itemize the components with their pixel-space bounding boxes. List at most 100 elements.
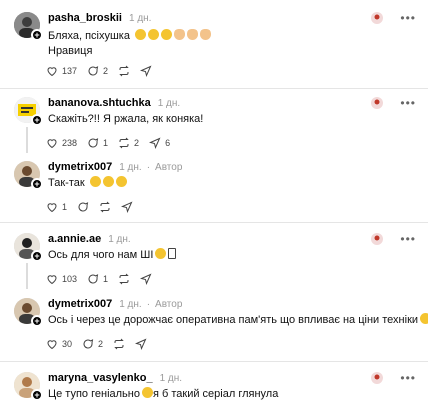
more-options-icon[interactable]: ••• [400, 12, 416, 24]
post: + dymetrix007 1 дн. · Автор Так-так 1 [0, 159, 428, 219]
repost-icon [114, 338, 124, 350]
post-time[interactable]: 1 дн. [129, 13, 151, 24]
repost-icon [119, 137, 129, 149]
media-thumb-icon[interactable] [370, 232, 384, 246]
reply-button[interactable]: 2 [87, 65, 108, 77]
reply-button[interactable]: 2 [82, 338, 103, 350]
comment-icon [88, 66, 99, 76]
like-count: 30 [62, 339, 73, 349]
thread-connector [26, 127, 28, 153]
repost-icon [100, 201, 110, 213]
post-time[interactable]: 1 дн. [108, 234, 130, 245]
avatar[interactable]: + [14, 97, 43, 126]
share-button[interactable] [135, 338, 147, 350]
avatar[interactable]: + [14, 372, 43, 401]
like-count: 238 [62, 138, 78, 148]
repost-icon [119, 273, 129, 285]
share-button[interactable] [140, 65, 152, 77]
repost-button[interactable]: 2 [118, 137, 139, 149]
follow-plus-icon[interactable]: + [31, 250, 43, 262]
comment-icon [83, 339, 94, 349]
more-options-icon[interactable]: ••• [400, 233, 416, 245]
reply-button[interactable] [77, 201, 89, 213]
like-button[interactable]: 137 [46, 65, 77, 77]
post-time[interactable]: 1 дн. [160, 373, 182, 384]
username[interactable]: bananova.shtuchka [48, 97, 151, 109]
post-text: Так-так [48, 177, 85, 189]
repost-button[interactable] [118, 65, 130, 77]
grinning-emoji-icon [148, 29, 160, 40]
repost-button[interactable] [99, 201, 111, 213]
media-thumb-icon[interactable] [370, 371, 384, 385]
melting-face-emoji-icon [155, 248, 167, 259]
post: + a.annie.ae 1 дн. ••• Ось для чого нам … [0, 231, 428, 289]
reply-button[interactable]: 1 [87, 273, 108, 285]
follow-plus-icon[interactable]: + [31, 315, 43, 327]
username[interactable]: a.annie.ae [48, 233, 101, 245]
username[interactable]: maryna_vasylenko_ [48, 372, 153, 384]
heart-icon [47, 203, 57, 213]
follow-plus-icon[interactable]: + [31, 29, 43, 41]
share-button[interactable] [121, 201, 133, 213]
like-button[interactable]: 1 [46, 201, 67, 213]
send-icon [149, 137, 161, 149]
heart-hands-emoji-icon [187, 29, 199, 40]
post: + bananova.shtuchka 1 дн. ••• Скажіть?!!… [0, 95, 428, 153]
comment-icon [88, 274, 99, 284]
post-text-line-2: Нравиця [48, 45, 93, 57]
share-count: 6 [165, 138, 171, 148]
username[interactable]: pasha_broskii [48, 12, 122, 24]
post-time[interactable]: 1 дн. [119, 299, 141, 310]
like-button[interactable]: 103 [46, 273, 77, 285]
follow-plus-icon[interactable]: + [31, 178, 43, 190]
post-time[interactable]: 1 дн. [158, 98, 180, 109]
thread-feed: + pasha_broskii 1 дн. ••• Бляха, псіхушк… [0, 0, 428, 403]
heart-icon [47, 139, 57, 149]
more-options-icon[interactable]: ••• [400, 97, 416, 109]
send-icon [140, 273, 152, 285]
grinning-emoji-icon [135, 29, 147, 40]
avatar[interactable]: + [14, 12, 43, 41]
like-count: 103 [62, 274, 78, 284]
post-text: Скажіть?!! Я ржала, як коняка! [48, 113, 204, 125]
reply-count: 1 [103, 274, 109, 284]
reply-count: 2 [103, 66, 109, 76]
media-thumb-icon[interactable] [370, 11, 384, 25]
author-label: Автор [155, 298, 183, 310]
sweat-smile-emoji-icon [420, 313, 428, 324]
divider [0, 361, 428, 362]
send-icon [140, 65, 152, 77]
repost-button[interactable] [113, 338, 125, 350]
post: + dymetrix007 1 дн. · Автор Ось і через … [0, 296, 428, 356]
repost-button[interactable] [118, 273, 130, 285]
follow-plus-icon[interactable]: + [31, 114, 43, 126]
like-button[interactable]: 30 [46, 338, 72, 350]
heart-icon [47, 67, 57, 77]
avatar[interactable]: + [14, 298, 43, 327]
post-time[interactable]: 1 дн. [119, 162, 141, 173]
more-options-icon[interactable]: ••• [400, 372, 416, 384]
avatar[interactable]: + [14, 161, 43, 190]
heart-icon [47, 340, 57, 350]
send-icon [121, 201, 133, 213]
heart-icon [47, 275, 57, 285]
laughing-emoji-icon [102, 176, 114, 187]
post: + pasha_broskii 1 дн. ••• Бляха, псіхушк… [0, 10, 428, 88]
repost-icon [119, 65, 129, 77]
username[interactable]: dymetrix007 [48, 298, 112, 310]
media-thumb-icon[interactable] [370, 96, 384, 110]
reply-button[interactable]: 1 [87, 137, 108, 149]
comment-icon [78, 202, 89, 212]
share-button[interactable]: 6 [149, 137, 170, 149]
username[interactable]: dymetrix007 [48, 161, 112, 173]
post-text: Ось для чого нам ШІ [48, 249, 154, 261]
avatar[interactable]: + [14, 233, 43, 262]
author-label: Автор [155, 161, 183, 173]
share-button[interactable] [140, 273, 152, 285]
reply-count: 2 [98, 339, 104, 349]
repost-count: 2 [134, 138, 140, 148]
like-button[interactable]: 238 [46, 137, 77, 149]
follow-plus-icon[interactable]: + [31, 389, 43, 401]
laughing-emoji-icon [89, 176, 101, 187]
like-count: 1 [62, 202, 68, 212]
